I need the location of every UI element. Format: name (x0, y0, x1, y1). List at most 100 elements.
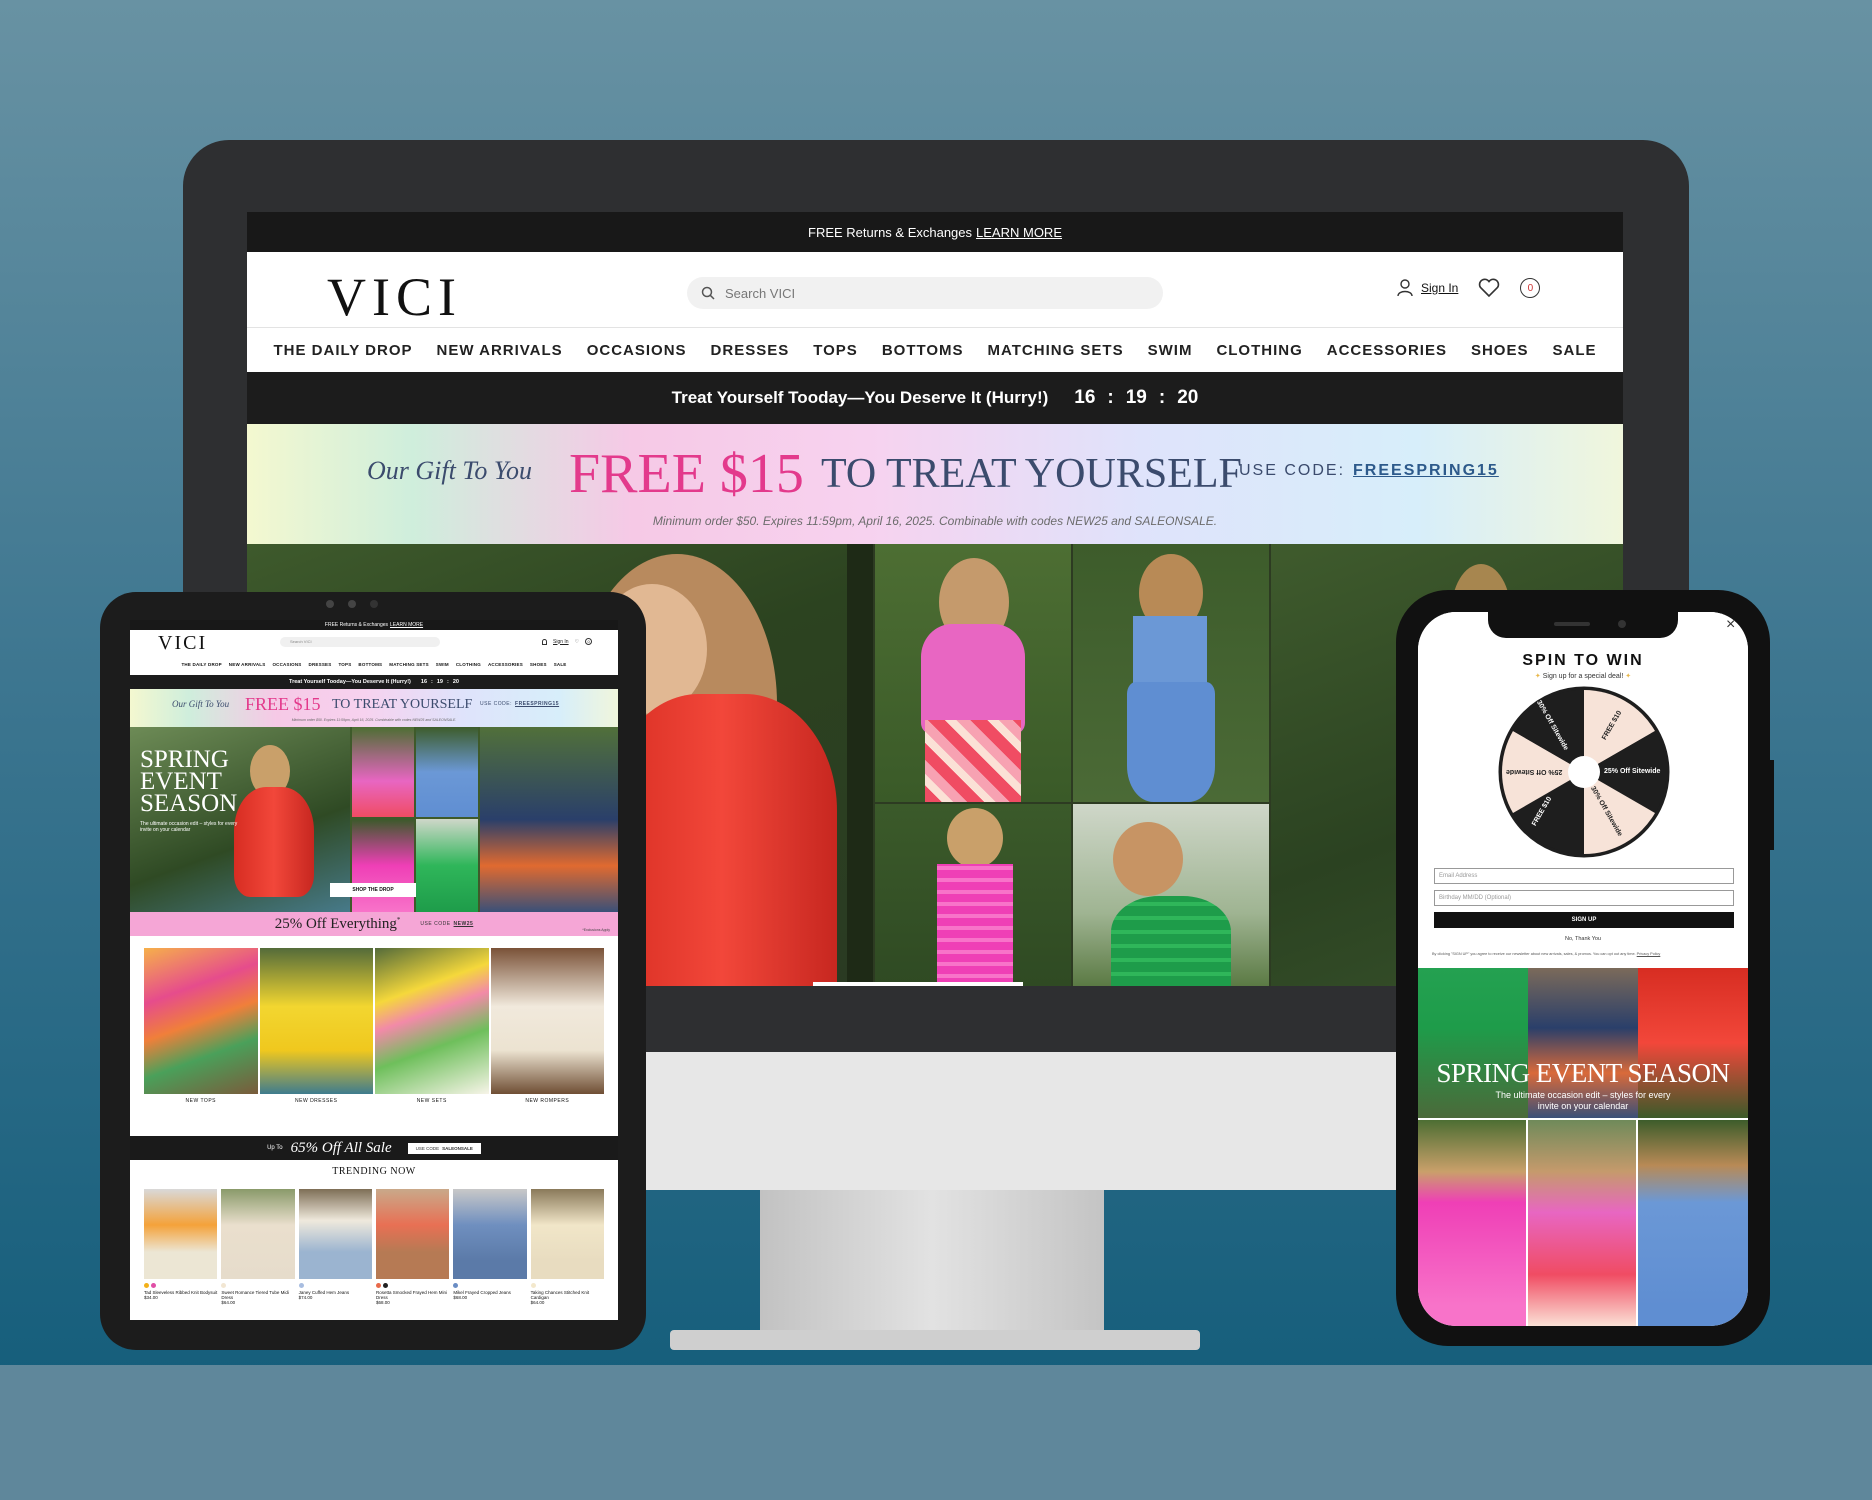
heart-icon[interactable] (1478, 278, 1500, 298)
tablet-hero[interactable]: SPRING EVENT SEASON The ultimate occasio… (130, 727, 618, 912)
tablet-nav-item[interactable]: TOPS (338, 662, 351, 672)
tablet-learn-more-link[interactable]: LEARN MORE (390, 622, 423, 628)
sign-in-link[interactable]: Sign In (1397, 279, 1458, 297)
tablet-category-card[interactable]: NEW DRESSES (259, 948, 373, 1108)
nav-item[interactable]: SALE (1552, 342, 1596, 359)
sparkle-icon: ✦ (1623, 673, 1632, 680)
tablet-nav-item[interactable]: CLOTHING (456, 662, 481, 672)
product-card[interactable]: Sweet Romance Tiered Tube Midi Dress $64… (221, 1189, 295, 1320)
tablet-gift-banner[interactable]: Our Gift To You FREE $15 TO TREAT YOURSE… (130, 689, 618, 727)
tablet-shop-button[interactable]: SHOP THE DROP (330, 883, 416, 897)
email-field[interactable]: Email Address (1434, 868, 1734, 884)
phone-notch (1488, 610, 1678, 638)
product-card[interactable]: Taking Chances Stitched Knit Cardigan $6… (530, 1189, 604, 1320)
nav-item[interactable]: NEW ARRIVALS (437, 342, 563, 359)
tablet-search-bar[interactable]: Search VICI (280, 637, 440, 647)
tablet-category-card[interactable]: NEW ROMPERS (490, 948, 604, 1108)
phone-hero-bottom[interactable] (1418, 1120, 1748, 1326)
tablet-gift-fine-print: Minimum order $50. Expires 11:59pm, Apri… (291, 718, 457, 722)
modal-close-button[interactable]: × (1726, 616, 1735, 634)
floor-band (0, 1365, 1872, 1500)
tablet-sale-bar[interactable]: Up To 65% Off All Sale USE CODE SALEONSA… (130, 1136, 618, 1160)
tablet-user-icon[interactable] (542, 638, 547, 645)
nav-item[interactable]: ACCESSORIES (1327, 342, 1447, 359)
product-swatches[interactable] (453, 1283, 526, 1288)
product-image (453, 1189, 527, 1279)
tablet-nav-item[interactable]: BOTTOMS (358, 662, 382, 672)
product-price: $34.00 (144, 1295, 158, 1300)
announcement-text: FREE Returns & Exchanges (808, 224, 973, 240)
product-swatches[interactable] (530, 1283, 604, 1288)
birthday-field[interactable]: Birthday MM/DD (Optional) (1434, 890, 1734, 906)
product-price: $64.00 (530, 1300, 545, 1305)
tablet-cart-button[interactable]: 0 (585, 638, 593, 645)
decline-link[interactable]: No, Thank You (1418, 936, 1748, 942)
product-image (530, 1189, 604, 1279)
monitor-stand-base (670, 1330, 1200, 1350)
tablet-sale-code-label: USE CODE (420, 921, 451, 927)
tablet-timer-hours: 16 (420, 679, 428, 685)
product-card[interactable]: Tad Sleeveless Ribbed Knit Bodysuit $34.… (144, 1189, 218, 1320)
tablet-screen: FREE Returns & Exchanges LEARN MORE VICI… (130, 620, 618, 1320)
nav-item[interactable]: THE DAILY DROP (273, 342, 412, 359)
tablet-category-image (375, 948, 489, 1094)
tablet-category-label: NEW ROMPERS (525, 1098, 570, 1104)
nav-item[interactable]: SWIM (1148, 342, 1193, 359)
nav-item[interactable]: DRESSES (711, 342, 790, 359)
tablet-sign-in[interactable]: Sign In (553, 639, 569, 645)
tablet-camera (326, 600, 378, 608)
privacy-policy-link[interactable]: Privacy Policy (1637, 952, 1661, 956)
product-swatches[interactable] (375, 1283, 449, 1288)
hero-image-pink-top (875, 544, 1071, 802)
tablet-nav-item[interactable]: SALE (554, 662, 567, 672)
nav-item[interactable]: BOTTOMS (882, 342, 964, 359)
nav-item[interactable]: CLOTHING (1216, 342, 1302, 359)
nav-item[interactable]: TOPS (813, 342, 858, 359)
timer-hours: 16 (1074, 387, 1096, 408)
product-swatches[interactable] (298, 1283, 372, 1288)
tablet-nav-item[interactable]: OCCASIONS (272, 662, 301, 672)
cart-button[interactable]: 0 (1520, 278, 1541, 298)
tablet-gift-headline: TO TREAT YOURSELF (332, 697, 473, 712)
tablet-nav-item[interactable]: SWIM (436, 662, 449, 672)
tablet-hero-pink-top (352, 727, 414, 817)
tablet-nav: THE DAILY DROP NEW ARRIVALS OCCASIONS DR… (130, 662, 618, 672)
product-price: $74.00 (298, 1295, 313, 1300)
search-bar[interactable]: Search VICI (687, 277, 1163, 309)
tablet-sale-banner[interactable]: 25% Off Everything* USE CODE NEW25 *Excl… (130, 912, 618, 936)
tablet-timer-seconds: 20 (452, 679, 459, 685)
tablet-nav-item[interactable]: SHOES (530, 662, 547, 672)
product-card[interactable]: Janey Cuffed Hem Jeans $74.00 (298, 1189, 372, 1320)
tablet-nav-item[interactable]: THE DAILY DROP (181, 662, 221, 672)
nav-item[interactable]: SHOES (1471, 342, 1529, 359)
wheel-label: 25% Off Sitewide (1604, 768, 1661, 775)
carousel-indicator[interactable] (813, 982, 1023, 986)
product-name: Rosetta Smocked Frayed Hem Mini Dress (375, 1290, 448, 1300)
site-logo[interactable]: VICI (327, 266, 462, 328)
product-swatches[interactable] (221, 1283, 294, 1288)
tablet-sale-code-value: NEW25 (453, 921, 474, 927)
sign-up-label: SIGN UP (1571, 917, 1597, 923)
sign-up-button[interactable]: SIGN UP (1434, 912, 1734, 928)
nav-item[interactable]: MATCHING SETS (988, 342, 1124, 359)
tablet-nav-item[interactable]: MATCHING SETS (389, 662, 429, 672)
product-swatches[interactable] (144, 1283, 217, 1288)
tablet-heart-icon[interactable]: ♡ (575, 639, 579, 645)
tablet-logo[interactable]: VICI (158, 632, 207, 655)
learn-more-link[interactable]: LEARN MORE (976, 225, 1062, 240)
tablet-announcement-bar: FREE Returns & Exchanges LEARN MORE (130, 620, 618, 630)
tablet-nav-item[interactable]: NEW ARRIVALS (229, 662, 266, 672)
tablet-nav-item[interactable]: ACCESSORIES (488, 662, 523, 672)
tablet-hero-pink-dress (352, 819, 414, 912)
legal-text: By clicking "SIGN UP" you agree to recei… (1432, 952, 1736, 957)
tablet-category-card[interactable]: NEW TOPS (144, 948, 258, 1108)
tablet-nav-item[interactable]: DRESSES (309, 662, 332, 672)
gift-banner[interactable]: Our Gift To You FREE $15 TO TREAT YOURSE… (247, 424, 1623, 544)
product-card[interactable]: Rosetta Smocked Frayed Hem Mini Dress $6… (375, 1189, 450, 1320)
modal-subtitle: ✦ Sign up for a special deal! ✦ (1418, 672, 1748, 680)
phone-hero-top[interactable]: SPRING EVENT SEASON The ultimate occasio… (1418, 968, 1748, 1118)
tablet-category-card[interactable]: NEW SETS (375, 948, 489, 1108)
product-card[interactable]: Mikel Frayed Cropped Jeans $68.00 (453, 1189, 527, 1320)
tablet-sale-text: 25% Off Everything (274, 915, 397, 932)
nav-item[interactable]: OCCASIONS (587, 342, 687, 359)
